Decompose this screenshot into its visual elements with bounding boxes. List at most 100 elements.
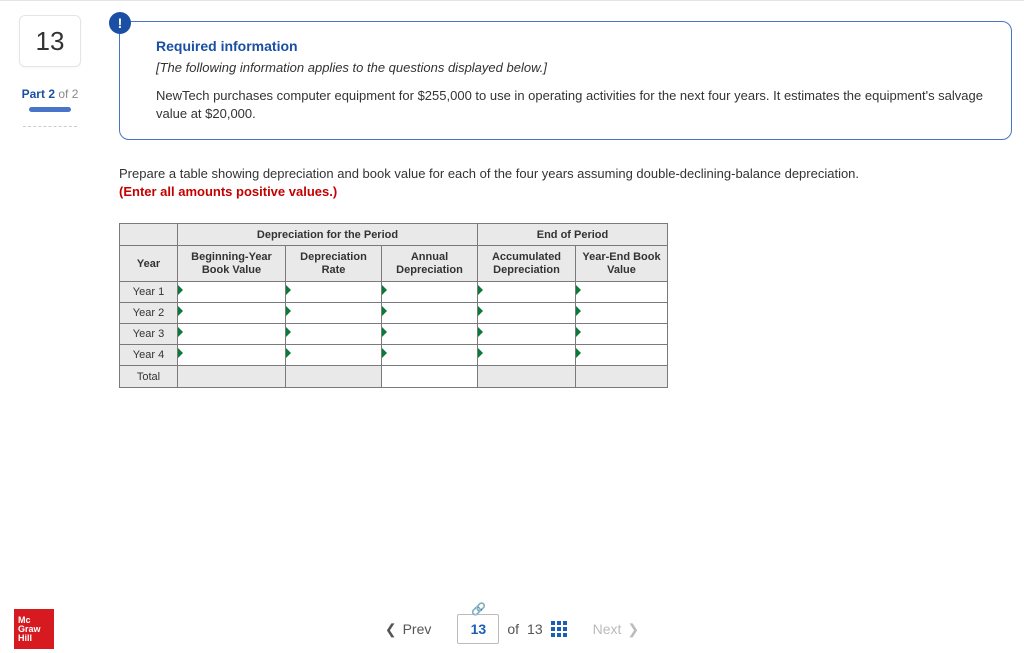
dropdown-marker-icon	[286, 327, 291, 337]
header-annual-depreciation: Annual Depreciation	[382, 246, 478, 282]
dropdown-marker-icon	[178, 306, 183, 316]
cell-y2-beg-bv	[178, 303, 286, 324]
input-y2-acc[interactable]	[478, 303, 575, 323]
input-y4-end-bv[interactable]	[576, 345, 667, 365]
table-row: Year 4	[120, 345, 668, 366]
input-y1-rate[interactable]	[286, 282, 381, 302]
page-total: 13	[527, 621, 543, 637]
input-y2-annual[interactable]	[382, 303, 477, 323]
chevron-left-icon: ❮	[385, 621, 397, 638]
table-body: Year 1 Year 2 Year 3	[120, 282, 668, 388]
cell-y3-rate	[286, 324, 382, 345]
row-label-year4: Year 4	[120, 345, 178, 366]
total-blank-acc	[478, 366, 576, 388]
cell-y4-annual	[382, 345, 478, 366]
total-blank-beg-bv	[178, 366, 286, 388]
input-y4-acc[interactable]	[478, 345, 575, 365]
header-year-end-book-value: Year-End Book Value	[576, 246, 668, 282]
dropdown-marker-icon	[178, 285, 183, 295]
part-progress-bar	[29, 107, 71, 112]
question-number: 13	[36, 26, 65, 57]
grid-view-icon[interactable]	[551, 621, 567, 637]
total-blank-rate	[286, 366, 382, 388]
dropdown-marker-icon	[178, 348, 183, 358]
part-indicator: Part 2 of 2	[22, 87, 79, 101]
input-y2-end-bv[interactable]	[576, 303, 667, 323]
row-label-year1: Year 1	[120, 282, 178, 303]
depreciation-table-wrap: Depreciation for the Period End of Perio…	[119, 223, 1012, 388]
info-subtitle: [The following information applies to th…	[156, 60, 991, 75]
input-y3-end-bv[interactable]	[576, 324, 667, 344]
input-y3-rate[interactable]	[286, 324, 381, 344]
cell-y1-annual	[382, 282, 478, 303]
input-y3-beg-bv[interactable]	[178, 324, 285, 344]
input-y4-annual[interactable]	[382, 345, 477, 365]
table-row-total: Total	[120, 366, 668, 388]
input-y2-rate[interactable]	[286, 303, 381, 323]
dropdown-marker-icon	[382, 348, 387, 358]
dropdown-marker-icon	[478, 285, 483, 295]
cell-total-annual	[382, 366, 478, 388]
input-y1-acc[interactable]	[478, 282, 575, 302]
dropdown-marker-icon	[382, 285, 387, 295]
prev-button[interactable]: ❮ Prev	[377, 615, 440, 644]
cell-y2-end-bv	[576, 303, 668, 324]
header-beginning-book-value: Beginning-Year Book Value	[178, 246, 286, 282]
cell-y3-beg-bv	[178, 324, 286, 345]
dropdown-marker-icon	[576, 306, 581, 316]
page-of-label: of	[507, 621, 519, 637]
header-year: Year	[120, 246, 178, 282]
table-row: Year 1	[120, 282, 668, 303]
cell-y1-rate	[286, 282, 382, 303]
input-y2-beg-bv[interactable]	[178, 303, 285, 323]
next-button[interactable]: Next ❯	[585, 615, 648, 644]
dropdown-marker-icon	[178, 327, 183, 337]
input-y4-rate[interactable]	[286, 345, 381, 365]
page-number-input[interactable]	[457, 614, 499, 644]
cell-y4-acc	[478, 345, 576, 366]
input-y1-beg-bv[interactable]	[178, 282, 285, 302]
cell-y4-end-bv	[576, 345, 668, 366]
input-y1-annual[interactable]	[382, 282, 477, 302]
next-label: Next	[593, 621, 622, 637]
dropdown-marker-icon	[576, 348, 581, 358]
row-label-total: Total	[120, 366, 178, 388]
input-total-annual[interactable]	[382, 366, 477, 387]
question-sidebar: 13 Part 2 of 2	[0, 1, 100, 127]
cell-y1-beg-bv	[178, 282, 286, 303]
header-group-end: End of Period	[478, 224, 668, 246]
cell-y4-beg-bv	[178, 345, 286, 366]
cell-y2-rate	[286, 303, 382, 324]
dropdown-marker-icon	[478, 348, 483, 358]
cell-y1-acc	[478, 282, 576, 303]
input-y3-annual[interactable]	[382, 324, 477, 344]
dropdown-marker-icon	[286, 306, 291, 316]
input-y1-end-bv[interactable]	[576, 282, 667, 302]
required-info-panel: Required information [The following info…	[119, 21, 1012, 140]
input-y4-beg-bv[interactable]	[178, 345, 285, 365]
cell-y3-end-bv	[576, 324, 668, 345]
cell-y3-annual	[382, 324, 478, 345]
cell-y3-acc	[478, 324, 576, 345]
question-number-box: 13	[19, 15, 81, 67]
header-group-depreciation: Depreciation for the Period	[178, 224, 478, 246]
dropdown-marker-icon	[382, 306, 387, 316]
table-row: Year 3	[120, 324, 668, 345]
dropdown-marker-icon	[286, 348, 291, 358]
header-blank	[120, 224, 178, 246]
input-y3-acc[interactable]	[478, 324, 575, 344]
cell-y1-end-bv	[576, 282, 668, 303]
info-body-text: NewTech purchases computer equipment for…	[156, 87, 991, 123]
row-label-year2: Year 2	[120, 303, 178, 324]
header-depreciation-rate: Depreciation Rate	[286, 246, 382, 282]
question-main: Prepare a table showing depreciation and…	[119, 165, 1012, 388]
info-badge-icon: !	[109, 12, 131, 34]
cell-y2-annual	[382, 303, 478, 324]
total-blank-end-bv	[576, 366, 668, 388]
cell-y2-acc	[478, 303, 576, 324]
cell-y4-rate	[286, 345, 382, 366]
header-accumulated-depreciation: Accumulated Depreciation	[478, 246, 576, 282]
dropdown-marker-icon	[382, 327, 387, 337]
sidebar-divider	[23, 126, 77, 127]
chevron-right-icon: ❯	[627, 621, 639, 638]
